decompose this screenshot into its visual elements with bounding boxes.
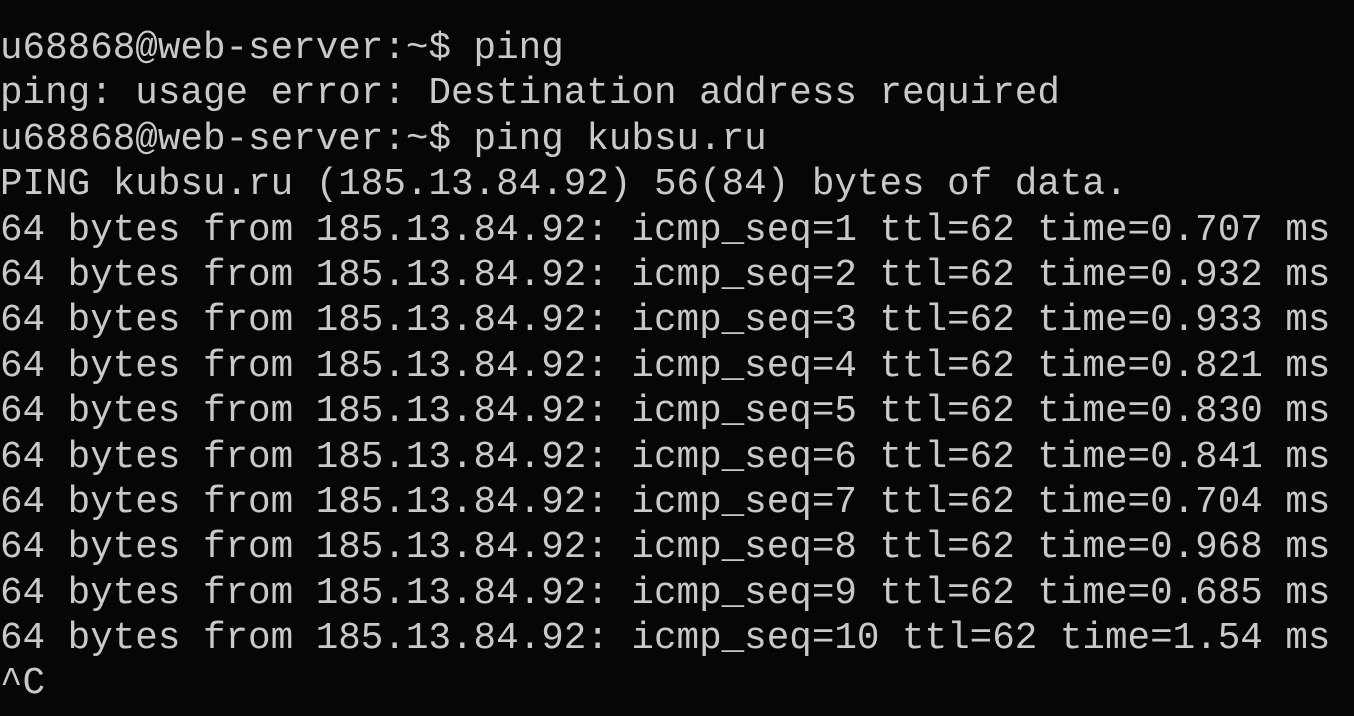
terminal-line-reply: 64 bytes from 185.13.84.92: icmp_seq=8 t… (0, 527, 1331, 570)
terminal-line-reply: 64 bytes from 185.13.84.92: icmp_seq=3 t… (0, 300, 1331, 343)
terminal-window[interactable]: u68868@web-server:~$ ping ping: usage er… (0, 0, 1354, 716)
terminal-line-reply: 64 bytes from 185.13.84.92: icmp_seq=1 t… (0, 209, 1331, 252)
terminal-line-ping-header: PING kubsu.ru (185.13.84.92) 56(84) byte… (0, 164, 1128, 207)
terminal-output: u68868@web-server:~$ ping ping: usage er… (0, 27, 1330, 708)
terminal-line-reply: 64 bytes from 185.13.84.92: icmp_seq=10 … (0, 618, 1331, 661)
terminal-line-reply: 64 bytes from 185.13.84.92: icmp_seq=4 t… (0, 345, 1331, 388)
terminal-line-prompt-ping: u68868@web-server:~$ ping (0, 28, 564, 70)
terminal-line-reply: 64 bytes from 185.13.84.92: icmp_seq=2 t… (0, 254, 1331, 297)
terminal-line-reply: 64 bytes from 185.13.84.92: icmp_seq=6 t… (0, 436, 1331, 479)
terminal-line-reply: 64 bytes from 185.13.84.92: icmp_seq=9 t… (0, 572, 1331, 615)
terminal-line-interrupt: ^C (0, 663, 46, 706)
terminal-line-prompt-ping-kubsu: u68868@web-server:~$ ping kubsu.ru (0, 118, 767, 161)
terminal-line-reply: 64 bytes from 185.13.84.92: icmp_seq=5 t… (0, 391, 1331, 434)
terminal-line-usage-error: ping: usage error: Destination address r… (0, 73, 1060, 116)
terminal-line-reply: 64 bytes from 185.13.84.92: icmp_seq=7 t… (0, 481, 1331, 524)
